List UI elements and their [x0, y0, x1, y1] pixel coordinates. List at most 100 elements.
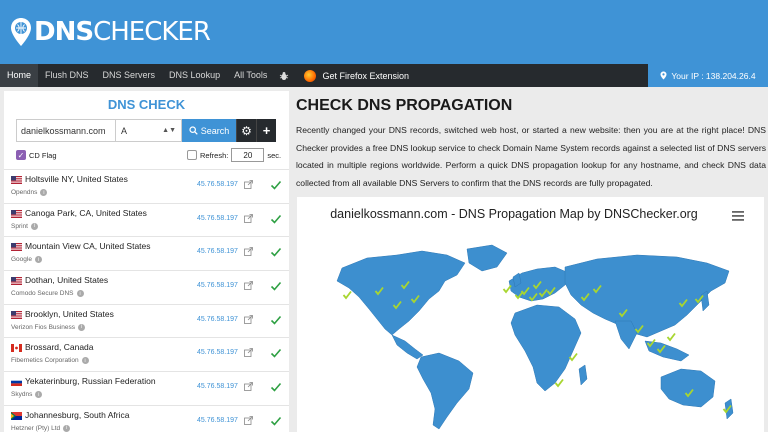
hamburger-menu-icon[interactable] — [732, 211, 744, 221]
us-flag-icon — [11, 243, 22, 252]
refresh-unit: sec. — [267, 150, 282, 160]
info-icon[interactable]: i — [77, 323, 85, 331]
info-icon[interactable]: i — [30, 222, 38, 230]
server-location: Yekaterinburg, Russian Federation — [25, 376, 156, 387]
canada-flag-icon — [11, 344, 22, 353]
refresh-label: Refresh: — [200, 150, 229, 160]
cd-flag-checkbox[interactable]: ✓ — [16, 150, 26, 160]
logo-dns: DNS — [34, 17, 94, 47]
map-north-america — [336, 250, 466, 336]
plus-icon: + — [262, 123, 271, 138]
refresh-interval-input[interactable]: 20 — [231, 148, 265, 162]
server-provider-name: Hetzner (Pty) Ltd — [11, 424, 61, 432]
map-title: danielkossmann.com - DNS Propagation Map… — [330, 207, 698, 221]
info-icon[interactable]: i — [35, 391, 43, 399]
info-icon[interactable]: i — [81, 357, 89, 365]
russia-flag-icon — [11, 378, 22, 387]
bug-icon[interactable] — [274, 71, 294, 81]
external-link-icon[interactable] — [244, 348, 253, 358]
info-icon[interactable]: i — [63, 424, 71, 432]
server-ip-link[interactable]: 45.76.58.197 — [197, 282, 238, 289]
check-icon — [270, 349, 282, 359]
nav-home[interactable]: Home — [0, 64, 39, 87]
map-central-america — [391, 334, 424, 360]
site-logo[interactable]: DNSCHECKER — [10, 10, 211, 54]
external-link-icon[interactable] — [244, 382, 253, 392]
select-arrows-icon: ▲▼ — [162, 127, 176, 134]
add-button[interactable]: + — [256, 119, 276, 142]
nav-flush-dns[interactable]: Flush DNS — [38, 64, 96, 87]
dns-check-title: DNS CHECK — [107, 97, 186, 112]
server-row: Brossard, Canada Fibernetics Corporation i… — [4, 337, 289, 371]
location-pin-icon — [660, 71, 667, 80]
external-link-icon[interactable] — [244, 314, 253, 324]
gear-icon: ⚙ — [241, 123, 252, 138]
server-provider: Fibernetics Corporation i — [11, 357, 89, 365]
server-provider-name: Skydns — [11, 391, 33, 399]
info-icon[interactable]: i — [76, 290, 84, 298]
info-icon[interactable]: i — [34, 256, 42, 264]
map-australia — [660, 368, 716, 408]
server-ip-link[interactable]: 45.76.58.197 — [197, 316, 238, 323]
server-provider: Verizon Fios Business i — [11, 323, 85, 331]
server-ip-link[interactable]: 45.76.58.197 — [197, 383, 238, 390]
external-link-icon[interactable] — [244, 281, 253, 290]
record-type-value: A — [121, 125, 128, 136]
dns-check-panel: DNS CHECK A ▲▼ Search ⚙ + ✓ CD Flag Refr… — [4, 91, 289, 432]
server-location: Mountain View CA, United States — [25, 241, 151, 252]
us-flag-icon — [11, 310, 22, 319]
search-form: A ▲▼ Search ⚙ + — [16, 119, 276, 142]
map-greenland — [466, 244, 508, 272]
check-icon — [270, 383, 282, 392]
server-ip-link[interactable]: 45.76.58.197 — [197, 248, 238, 255]
search-button[interactable]: Search — [182, 119, 236, 142]
server-ip-link[interactable]: 45.76.58.197 — [197, 181, 238, 188]
south-africa-flag-icon — [11, 411, 22, 420]
server-provider-name: Fibernetics Corporation — [11, 357, 79, 365]
cd-flag-option[interactable]: ✓ CD Flag — [16, 150, 57, 160]
check-icon — [270, 248, 282, 258]
server-row: Johannesburg, South Africa Hetzner (Pty) … — [4, 404, 289, 432]
refresh-checkbox[interactable] — [187, 150, 197, 160]
location-pin-icon — [11, 18, 31, 46]
page-description: Recently changed your DNS records, switc… — [296, 125, 766, 188]
server-ip-link[interactable]: 45.76.58.197 — [197, 215, 238, 222]
external-link-icon[interactable] — [244, 247, 253, 257]
server-provider: Opendns i — [11, 189, 48, 196]
server-row: Dothan, United States Comodo Secure DNS i 4… — [4, 270, 289, 304]
server-provider: Google i — [11, 256, 42, 264]
server-row: Mountain View CA, United States Google i 45… — [4, 236, 289, 270]
propagation-map-panel: danielkossmann.com - DNS Propagation Map… — [297, 197, 764, 432]
external-link-icon[interactable] — [244, 180, 253, 189]
check-icon — [270, 214, 282, 224]
firefox-extension-link[interactable]: Get Firefox Extension — [294, 69, 409, 82]
firefox-icon — [304, 69, 317, 82]
server-ip-link[interactable]: 45.76.58.197 — [197, 417, 238, 424]
server-provider: Hetzner (Pty) Ltd i — [11, 424, 71, 432]
server-location: Canoga Park, CA, United States — [25, 207, 147, 218]
nav-dns-lookup[interactable]: DNS Lookup — [162, 64, 227, 87]
server-list: Holtsville NY, United States Opendns i 45.7… — [4, 169, 289, 432]
external-link-icon[interactable] — [244, 415, 253, 425]
check-icon — [270, 416, 282, 426]
server-row: Yekaterinburg, Russian Federation Skydns i… — [4, 371, 289, 405]
check-icon — [270, 180, 282, 190]
map-check-marker[interactable] — [502, 284, 512, 294]
nav-all-tools[interactable]: All Tools — [227, 64, 274, 87]
server-row: Holtsville NY, United States Opendns i 45.7… — [4, 169, 289, 203]
map-check-marker[interactable] — [342, 290, 352, 300]
record-type-select[interactable]: A ▲▼ — [116, 119, 182, 142]
map-madagascar — [578, 364, 588, 386]
server-row: Brooklyn, United States Verizon Fios Busi… — [4, 303, 289, 338]
server-provider-name: Sprint — [11, 222, 28, 230]
nav-dns-servers[interactable]: DNS Servers — [96, 64, 163, 87]
map-south-america — [416, 352, 474, 430]
external-link-icon[interactable] — [244, 213, 253, 223]
settings-button[interactable]: ⚙ — [236, 119, 256, 142]
info-icon[interactable]: i — [40, 189, 48, 196]
map-check-marker[interactable] — [666, 332, 676, 342]
server-ip-link[interactable]: 45.76.58.197 — [197, 349, 238, 356]
domain-input[interactable] — [16, 119, 116, 142]
server-provider-name: Opendns — [11, 189, 38, 196]
check-icon — [270, 282, 282, 291]
